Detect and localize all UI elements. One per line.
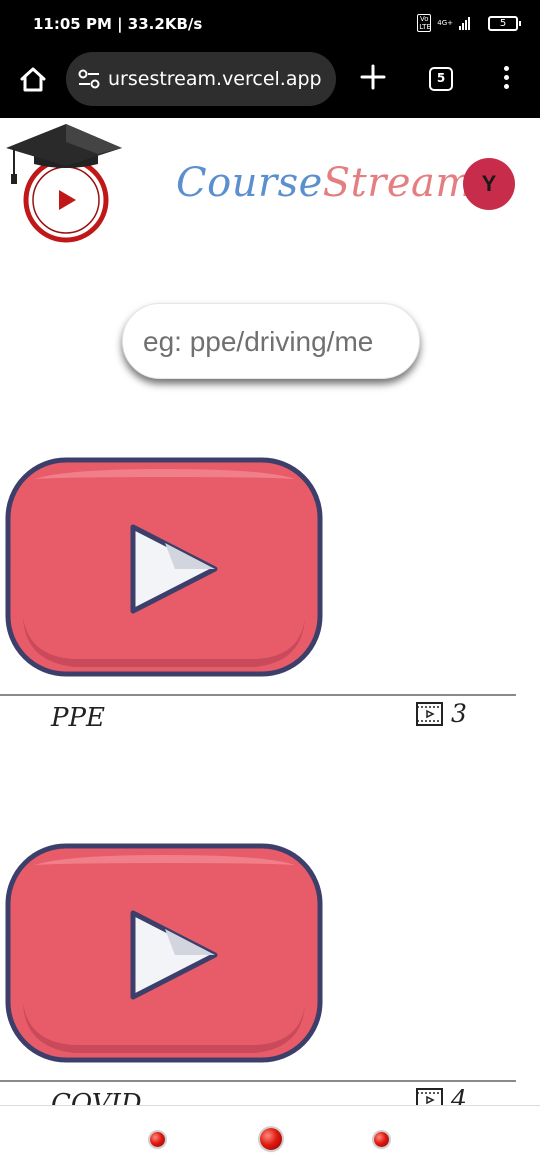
status-time: 11:05 PM | 33.2KB/s <box>33 15 203 33</box>
network-type: 4G+ <box>437 19 453 27</box>
battery-icon: 5 <box>488 15 521 31</box>
home-button[interactable] <box>18 64 48 94</box>
nav-dot-center[interactable] <box>260 1128 282 1150</box>
plus-icon <box>360 64 386 90</box>
tune-icon[interactable] <box>78 69 100 89</box>
user-avatar[interactable]: Y <box>463 158 515 210</box>
new-tab-button[interactable] <box>360 64 386 90</box>
play-icon[interactable] <box>5 843 323 1063</box>
brand-part-stream: Stream <box>322 160 474 206</box>
more-vert-icon[interactable] <box>500 66 512 92</box>
card-divider <box>0 694 516 696</box>
browser-toolbar: ursestream.vercel.app 5 <box>0 50 540 118</box>
video-count: 3 <box>416 699 467 728</box>
brand-title[interactable]: CourseStream <box>176 160 474 206</box>
status-icons: Vo LTE 4G+ 5 <box>417 14 521 32</box>
search-box[interactable] <box>122 303 420 379</box>
status-bar: 11:05 PM | 33.2KB/s Vo LTE 4G+ 5 <box>0 0 540 50</box>
search-input[interactable] <box>143 320 405 364</box>
film-icon <box>416 701 443 726</box>
nav-dot-right[interactable] <box>374 1132 389 1147</box>
video-count-value: 3 <box>451 699 467 728</box>
signal-icon <box>459 16 470 30</box>
address-bar[interactable]: ursestream.vercel.app <box>66 52 336 106</box>
brand-part-course: Course <box>176 160 323 206</box>
course-title[interactable]: PPE <box>51 703 105 733</box>
volte-icon: Vo LTE <box>417 14 432 32</box>
play-icon[interactable] <box>5 457 323 677</box>
url-text[interactable]: ursestream.vercel.app <box>108 68 322 90</box>
app-logo[interactable] <box>4 122 126 244</box>
nav-dot-left[interactable] <box>150 1132 165 1147</box>
tab-switcher-button[interactable]: 5 <box>429 67 453 91</box>
home-icon <box>20 67 46 92</box>
bottom-nav <box>0 1105 540 1170</box>
card-divider <box>0 1080 516 1082</box>
